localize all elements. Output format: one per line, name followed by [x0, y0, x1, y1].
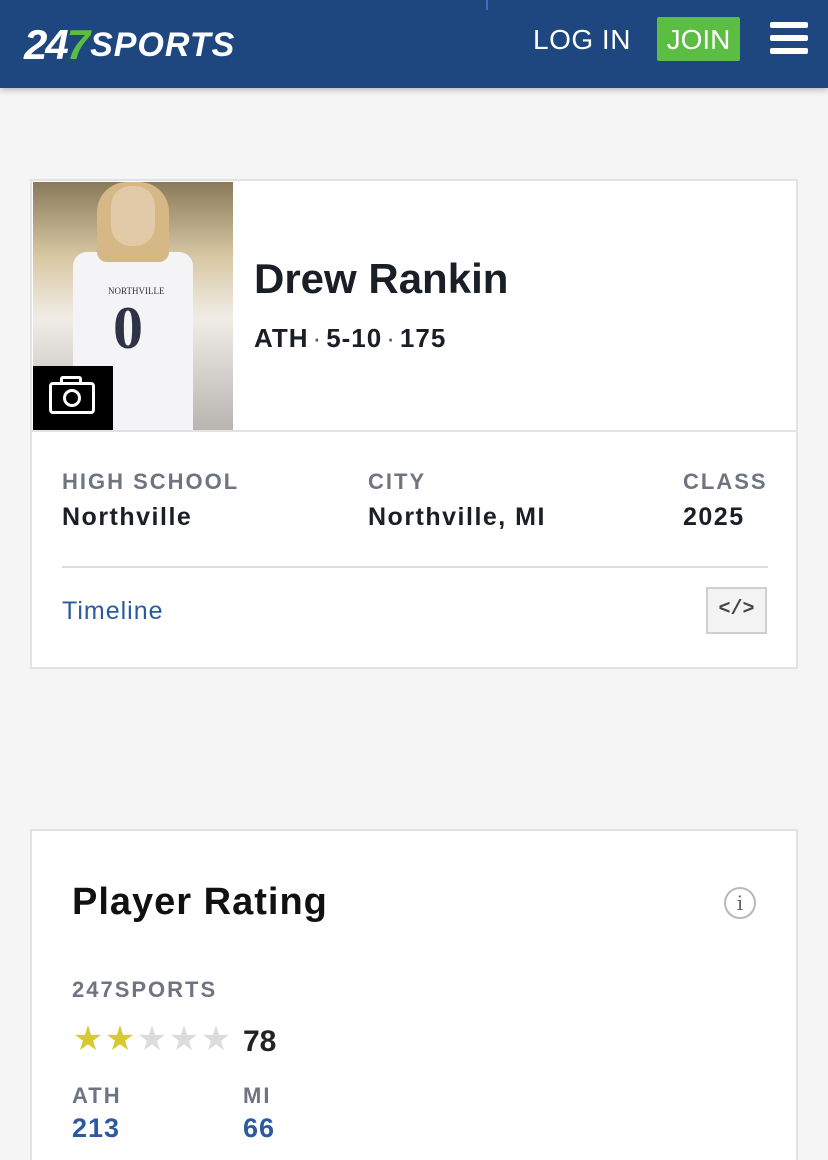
info-icon[interactable]: i: [724, 887, 756, 919]
photo-head-shape: [111, 186, 155, 246]
high-school-label: HIGH SCHOOL: [62, 469, 240, 494]
star-empty-icon: ★: [200, 1020, 232, 1058]
menu-bar: [770, 48, 808, 54]
247sports-logo[interactable]: 24 7 SPORTS: [24, 16, 235, 66]
star-filled-icon: ★: [104, 1020, 136, 1058]
player-weight: 175: [399, 323, 447, 353]
jersey-number: 0: [113, 295, 143, 361]
city-value: Northville, MI: [368, 503, 546, 531]
star-empty-icon: ★: [168, 1020, 200, 1058]
star-rating: ★ ★ ★ ★ ★: [72, 1021, 232, 1057]
header-tick-mark: [486, 0, 488, 10]
star-filled-icon: ★: [72, 1020, 104, 1058]
player-height: 5-10: [326, 323, 383, 353]
hamburger-menu-icon[interactable]: [770, 22, 808, 54]
divider: [32, 430, 796, 432]
logo-number: 24: [24, 21, 69, 68]
position-rank-label: ATH: [72, 1083, 122, 1108]
class-label: CLASS: [683, 469, 768, 494]
camera-lens-shape: [63, 389, 81, 407]
menu-bar: [770, 35, 808, 41]
player-rating-card: Player Rating i 247SPORTS ★ ★ ★ ★ ★ 78 ATH 2…: [30, 829, 798, 1160]
star-empty-icon: ★: [136, 1020, 168, 1058]
top-navigation-bar: 24 7 SPORTS LOG IN JOIN: [0, 0, 828, 88]
rating-score: 78: [243, 1025, 277, 1058]
separator-dot: ·: [386, 323, 396, 353]
high-school-value[interactable]: Northville: [62, 503, 192, 532]
city-label: CITY: [368, 469, 427, 494]
player-profile-card: NORTHVILLE 0 Drew Rankin ATH · 5-10 · 175 HI…: [30, 179, 798, 669]
state-rank-label: MI: [243, 1083, 272, 1108]
embed-code-button[interactable]: </>: [706, 587, 767, 634]
join-button[interactable]: JOIN: [657, 17, 740, 61]
class-value: 2025: [683, 503, 745, 531]
rating-source-label: 247SPORTS: [72, 977, 218, 1002]
menu-bar: [770, 22, 808, 28]
login-link[interactable]: LOG IN: [533, 24, 631, 56]
player-photo[interactable]: NORTHVILLE 0: [33, 182, 233, 430]
logo-seven: 7: [66, 21, 90, 68]
position-rank-value[interactable]: 213: [72, 1113, 120, 1144]
player-position: ATH: [254, 323, 309, 353]
separator-dot: ·: [312, 323, 323, 353]
divider: [62, 566, 768, 568]
timeline-link[interactable]: Timeline: [62, 597, 164, 626]
player-vitals: ATH · 5-10 · 175: [254, 323, 446, 354]
camera-icon[interactable]: [33, 366, 113, 430]
state-rank-value[interactable]: 66: [243, 1113, 275, 1144]
player-rating-title: Player Rating: [72, 881, 328, 923]
player-name: Drew Rankin: [254, 255, 509, 302]
logo-word: SPORTS: [90, 26, 236, 64]
